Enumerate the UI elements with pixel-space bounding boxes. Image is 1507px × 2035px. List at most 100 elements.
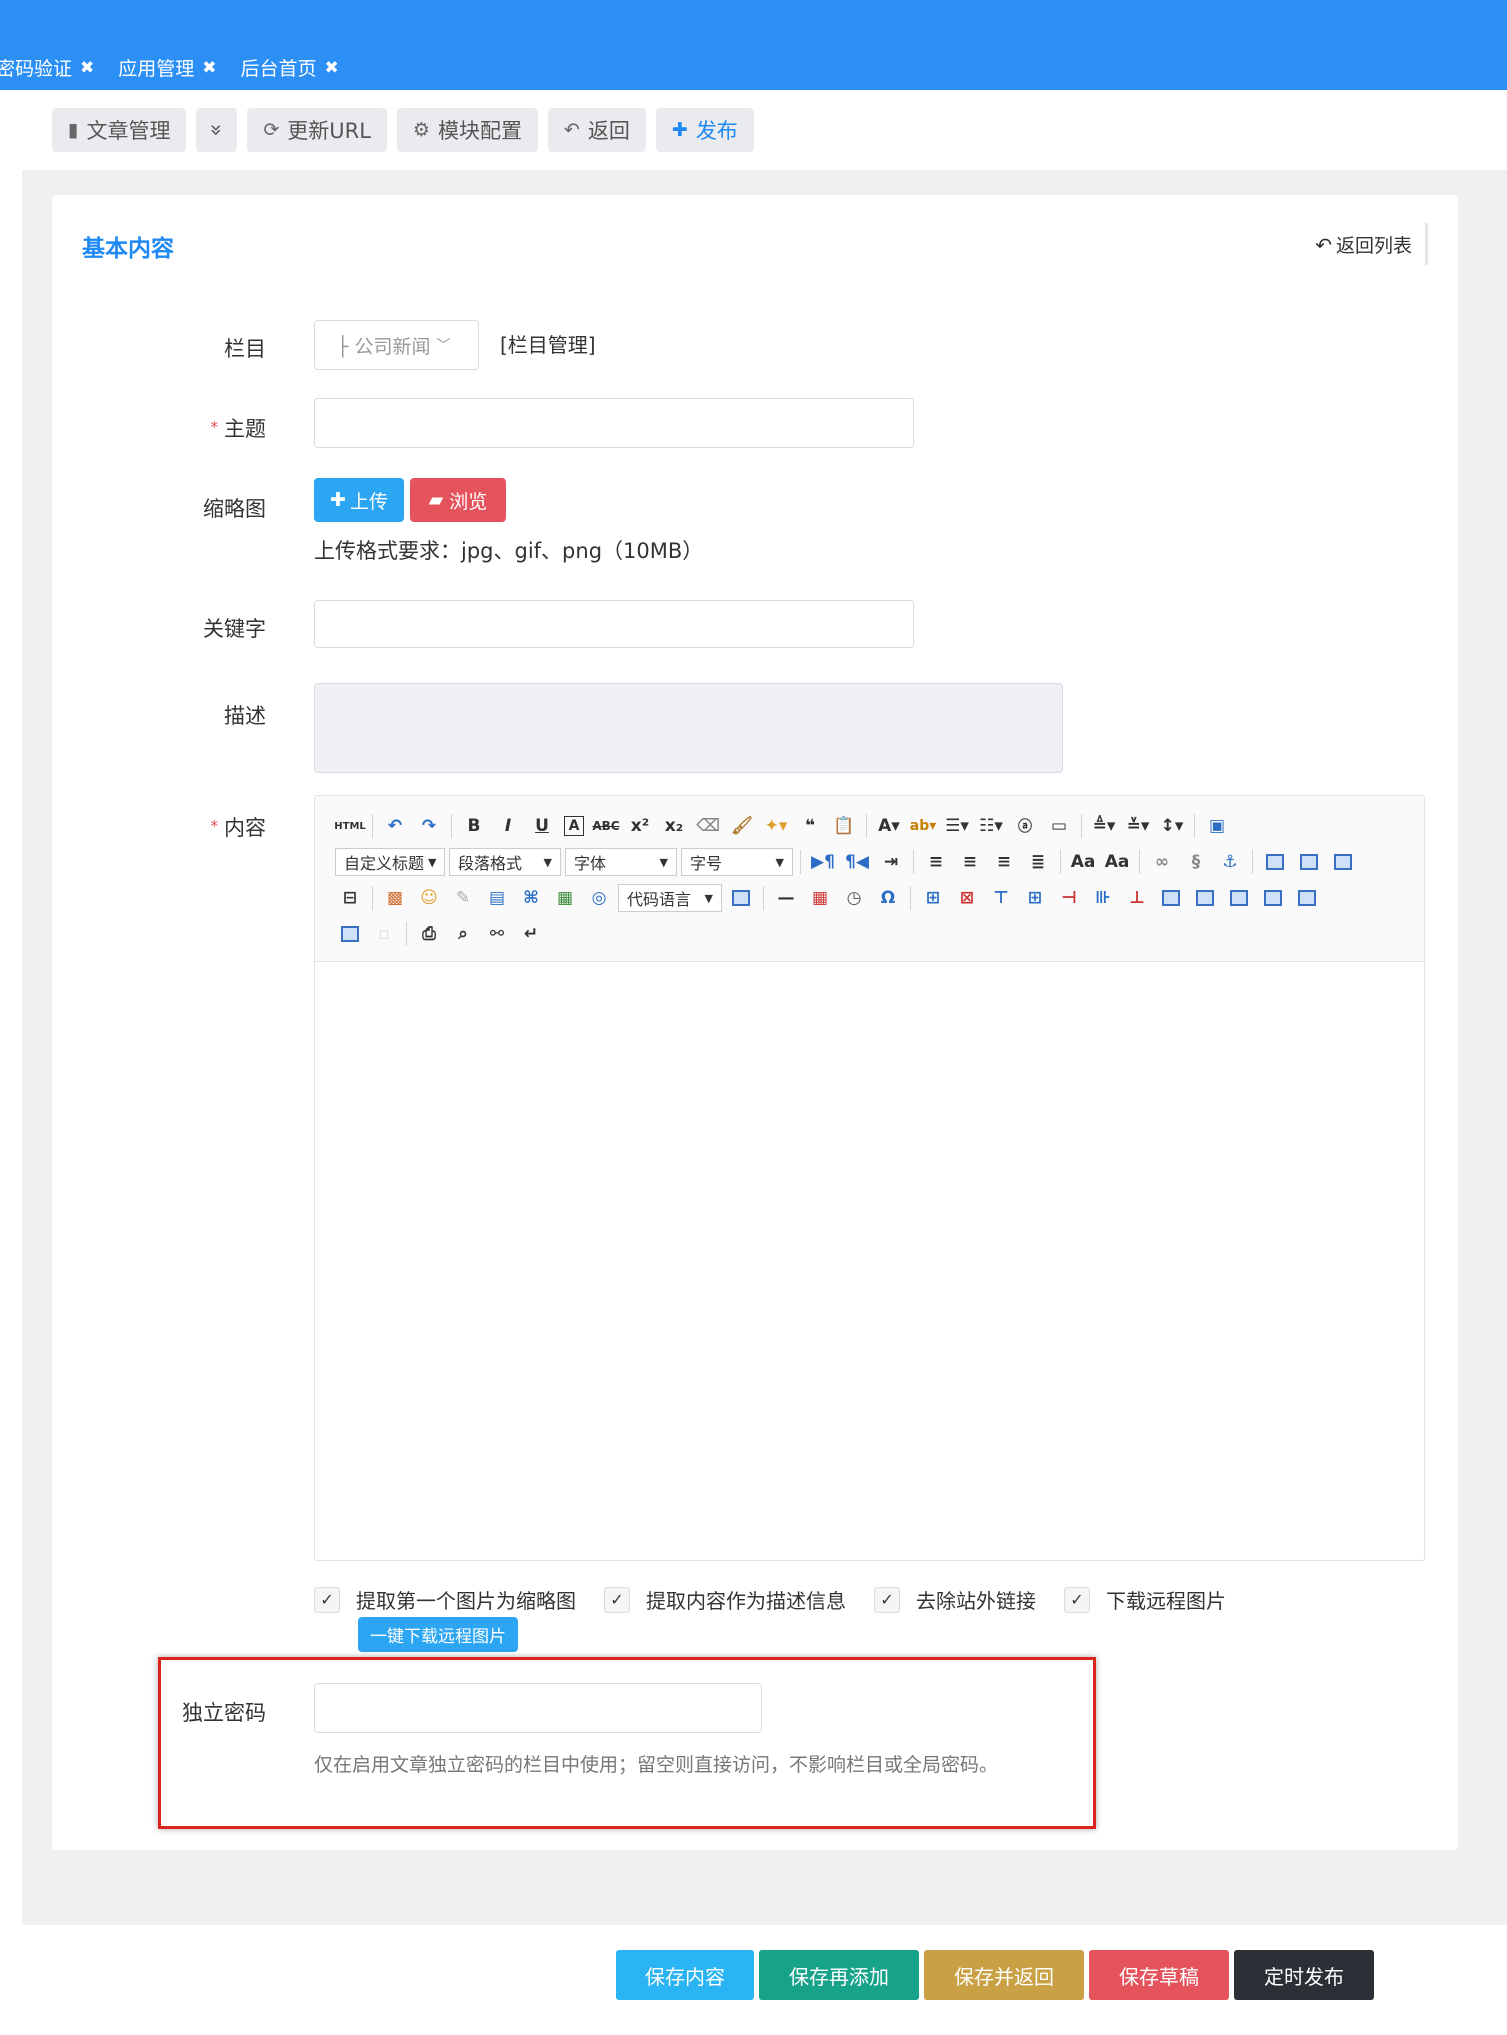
save-and-add-button[interactable]: 保存再添加 — [759, 1950, 919, 2000]
insert-col-icon[interactable]: ⊪ — [1091, 886, 1115, 910]
video-icon[interactable]: ▤ — [485, 886, 509, 910]
checkbox-remove-external-links[interactable]: ✓ 去除站外链接 — [874, 1585, 1036, 1614]
scrawl-icon[interactable]: ✎ — [451, 886, 475, 910]
publish-button[interactable]: ✚ 发布 — [655, 108, 754, 152]
lowercase-icon[interactable]: Aa — [1105, 850, 1130, 874]
font-family-select[interactable]: 字体 ▼ — [565, 848, 677, 876]
chart-icon[interactable]: ▫ — [372, 922, 396, 946]
unordered-list-icon[interactable]: ☷▾ — [979, 814, 1003, 838]
tab-app-manage[interactable]: 应用管理 ✖ — [118, 54, 216, 81]
image-center-icon[interactable]: ⊟ — [338, 886, 362, 910]
attachment-icon[interactable]: ⌘ — [519, 886, 543, 910]
blockquote-icon[interactable]: ❝ — [798, 814, 822, 838]
unlink-icon[interactable]: § — [1184, 850, 1208, 874]
row-spacing-top-icon[interactable]: ≜▾ — [1092, 814, 1116, 838]
preview-zoom-icon[interactable]: ⌕ — [451, 922, 475, 946]
underline-icon[interactable]: U — [530, 814, 554, 838]
subscript-icon[interactable]: x₂ — [662, 814, 686, 838]
delete-row-icon[interactable]: ⊣ — [1057, 886, 1081, 910]
merge-down-icon[interactable] — [1227, 886, 1251, 910]
image-left-icon[interactable] — [1297, 850, 1321, 874]
close-icon[interactable]: ✖ — [202, 58, 216, 78]
italic-icon[interactable]: I — [496, 814, 520, 838]
split-cells-icon[interactable] — [1261, 886, 1285, 910]
search-replace-icon[interactable]: ⚯ — [485, 922, 509, 946]
template-icon[interactable] — [729, 886, 753, 910]
keywords-input[interactable] — [314, 600, 914, 648]
align-right-icon[interactable]: ≡ — [992, 850, 1016, 874]
tab-dashboard[interactable]: 后台首页 ✖ — [241, 54, 339, 81]
align-left-icon[interactable]: ≡ — [924, 850, 948, 874]
close-icon[interactable]: ✖ — [80, 58, 94, 78]
redo-icon[interactable]: ↷ — [417, 814, 441, 838]
font-border-icon[interactable]: A — [564, 816, 584, 836]
upload-button[interactable]: ✚ 上传 — [314, 478, 404, 522]
highlight-color-icon[interactable]: ab▾ — [910, 814, 937, 838]
print-icon[interactable]: ⎙ — [417, 922, 441, 946]
merge-right-icon[interactable] — [1193, 886, 1217, 910]
special-chars-icon[interactable]: Ω — [876, 886, 900, 910]
category-manage-link[interactable]: [栏目管理] — [500, 329, 596, 358]
time-icon[interactable]: ◷ — [842, 886, 866, 910]
paragraph-format-select[interactable]: 段落格式 ▼ — [449, 848, 561, 876]
check-icon[interactable]: ✓ — [1064, 1586, 1090, 1613]
save-and-return-button[interactable]: 保存并返回 — [924, 1950, 1084, 2000]
anchor-icon[interactable]: ⚓ — [1218, 850, 1242, 874]
article-manage-button[interactable]: ▮ 文章管理 — [52, 108, 187, 152]
line-break-icon[interactable]: ↵ — [519, 922, 543, 946]
align-justify-icon[interactable]: ≣ — [1026, 850, 1050, 874]
align-center-icon[interactable]: ≡ — [958, 850, 982, 874]
browse-button[interactable]: ▰ 浏览 — [410, 478, 506, 522]
editor-body[interactable] — [315, 962, 1424, 1560]
delete-col-icon[interactable]: ⊥ — [1125, 886, 1149, 910]
save-draft-button[interactable]: 保存草稿 — [1089, 1950, 1229, 2000]
check-icon[interactable]: ✓ — [604, 1586, 630, 1613]
ltr-icon[interactable]: ▶¶ — [811, 850, 835, 874]
insert-paragraph-before-table-icon[interactable]: ⊤ — [989, 886, 1013, 910]
insert-frame-icon[interactable]: ◎ — [587, 886, 611, 910]
close-icon[interactable]: ✖ — [325, 58, 339, 78]
font-size-select[interactable]: 字号 ▼ — [681, 848, 793, 876]
clear-doc-icon[interactable]: ▭ — [1047, 814, 1071, 838]
emotion-icon[interactable]: ☺ — [417, 886, 441, 910]
module-config-button[interactable]: ⚙ 模块配置 — [396, 108, 538, 152]
date-icon[interactable]: ▦ — [808, 886, 832, 910]
custom-heading-select[interactable]: 自定义标题 ▼ — [335, 848, 445, 876]
back-button[interactable]: ↶ 返回 — [547, 108, 646, 152]
line-height-icon[interactable]: ↕▾ — [1160, 814, 1184, 838]
horizontal-rule-icon[interactable]: — — [774, 886, 798, 910]
uppercase-icon[interactable]: Aa — [1071, 850, 1096, 874]
checkbox-download-remote-images[interactable]: ✓ 下载远程图片 — [1064, 1585, 1226, 1614]
merge-cells-icon[interactable] — [1159, 886, 1183, 910]
description-textarea[interactable] — [314, 683, 1063, 773]
schedule-publish-button[interactable]: 定时发布 — [1234, 1950, 1374, 2000]
preview-icon[interactable]: ▣ — [1205, 814, 1229, 838]
superscript-icon[interactable]: x² — [628, 814, 652, 838]
insert-table-icon[interactable]: ⊞ — [921, 886, 945, 910]
paste-text-icon[interactable]: 📋 — [832, 814, 856, 838]
image-icon[interactable]: ▩ — [383, 886, 407, 910]
format-brush-icon[interactable]: 🖌 — [730, 814, 754, 838]
image-none-icon[interactable] — [1263, 850, 1287, 874]
image-right-icon[interactable] — [1331, 850, 1355, 874]
back-to-list-link[interactable]: ↶ 返回列表 — [1315, 231, 1412, 258]
more-dropdown-button[interactable]: » — [196, 108, 238, 152]
save-button[interactable]: 保存内容 — [616, 1950, 754, 2000]
code-language-select[interactable]: 代码语言 ▼ — [618, 884, 722, 912]
eraser-icon[interactable]: ⌫ — [696, 814, 720, 838]
split-rows-icon[interactable] — [1295, 886, 1319, 910]
check-icon[interactable]: ✓ — [314, 1586, 340, 1613]
html-source-icon[interactable]: HTML — [334, 814, 366, 838]
update-url-button[interactable]: ⟳ 更新URL — [247, 108, 387, 152]
category-select[interactable]: ├ 公司新闻 ﹀ — [314, 320, 479, 370]
rtl-icon[interactable]: ¶◀ — [845, 850, 869, 874]
map-icon[interactable]: ▦ — [553, 886, 577, 910]
undo-icon[interactable]: ↶ — [383, 814, 407, 838]
download-remote-images-button[interactable]: 一键下载远程图片 — [358, 1617, 518, 1652]
indent-icon[interactable]: ⇥ — [879, 850, 903, 874]
strikethrough-icon[interactable]: ABC — [592, 814, 619, 838]
insert-row-icon[interactable]: ⊞ — [1023, 886, 1047, 910]
subject-input[interactable] — [314, 398, 914, 448]
check-icon[interactable]: ✓ — [874, 1586, 900, 1613]
checkbox-extract-description[interactable]: ✓ 提取内容作为描述信息 — [604, 1585, 846, 1614]
